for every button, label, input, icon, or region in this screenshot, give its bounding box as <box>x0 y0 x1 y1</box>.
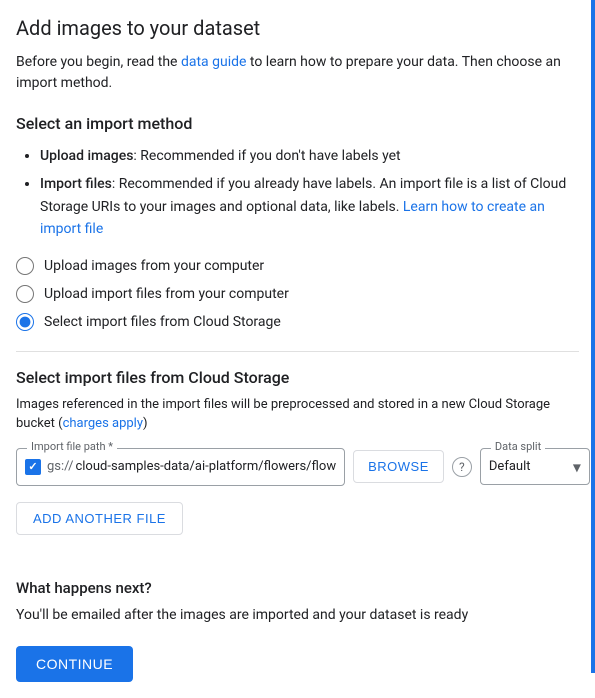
import-file-label: Import file path * <box>27 440 117 453</box>
bullet-import-files-term: Import files <box>40 176 112 192</box>
import-file-row: Import file path * gs:// cloud-samples-d… <box>16 448 579 486</box>
radio-import-upload[interactable] <box>16 285 34 303</box>
gs-prefix: gs:// <box>47 459 73 474</box>
radio-import-upload-label[interactable]: Upload import files from your computer <box>44 286 289 302</box>
bullet-upload-images-desc: : Recommended if you don't have labels y… <box>133 148 400 164</box>
data-split-value: Default <box>489 459 531 474</box>
import-input-inner: gs:// cloud-samples-data/ai-platform/flo… <box>17 449 344 485</box>
radio-upload-images[interactable] <box>16 257 34 275</box>
intro-text: Before you begin, read the data guide to… <box>16 52 579 94</box>
radio-item-cloud[interactable]: Select import files from Cloud Storage <box>16 313 579 331</box>
import-method-title: Select an import method <box>16 114 579 133</box>
import-file-field-wrapper: Import file path * gs:// cloud-samples-d… <box>16 448 345 486</box>
what-happens-title: What happens next? <box>16 579 579 597</box>
import-file-help-icon[interactable]: ? <box>452 457 472 477</box>
import-method-bullets: Upload images: Recommended if you don't … <box>16 145 579 241</box>
what-happens-text: You'll be emailed after the images are i… <box>16 605 579 626</box>
file-path-value: cloud-samples-data/ai-platform/flowers/f… <box>75 459 336 474</box>
bullet-import-files: Import files: Recommended if you already… <box>40 173 579 240</box>
dropdown-arrow-icon: ▾ <box>573 457 581 476</box>
radio-item-import-upload[interactable]: Upload import files from your computer <box>16 285 579 303</box>
charges-apply-link[interactable]: charges apply <box>63 416 143 431</box>
cloud-storage-title: Select import files from Cloud Storage <box>16 368 579 387</box>
data-split-label: Data split <box>491 440 545 453</box>
continue-button[interactable]: CONTINUE <box>16 646 133 682</box>
bullet-upload-images: Upload images: Recommended if you don't … <box>40 145 579 167</box>
intro-before-link: Before you begin, read the <box>16 54 181 70</box>
right-border-accent <box>591 0 595 673</box>
browse-button[interactable]: BROWSE <box>353 450 444 483</box>
info-text-end: ) <box>143 416 148 431</box>
add-another-file-button[interactable]: ADD ANOTHER FILE <box>16 502 183 535</box>
data-split-select[interactable]: Default ▾ <box>481 449 589 484</box>
cloud-storage-section: Select import files from Cloud Storage I… <box>16 368 579 559</box>
what-happens-section: What happens next? You'll be emailed aft… <box>16 579 579 626</box>
radio-cloud-storage[interactable] <box>16 313 34 331</box>
radio-item-upload[interactable]: Upload images from your computer <box>16 257 579 275</box>
page-title: Add images to your dataset <box>16 16 579 40</box>
data-split-field[interactable]: Data split Default ▾ <box>480 448 590 485</box>
radio-group: Upload images from your computer Upload … <box>16 257 579 331</box>
radio-upload-label[interactable]: Upload images from your computer <box>44 258 264 274</box>
file-checkbox[interactable] <box>25 459 41 475</box>
bullet-upload-images-term: Upload images <box>40 148 133 164</box>
section-divider <box>16 351 579 352</box>
cloud-storage-info: Images referenced in the import files wi… <box>16 395 579 434</box>
data-guide-link[interactable]: data guide <box>181 54 246 70</box>
radio-cloud-label[interactable]: Select import files from Cloud Storage <box>44 314 281 330</box>
